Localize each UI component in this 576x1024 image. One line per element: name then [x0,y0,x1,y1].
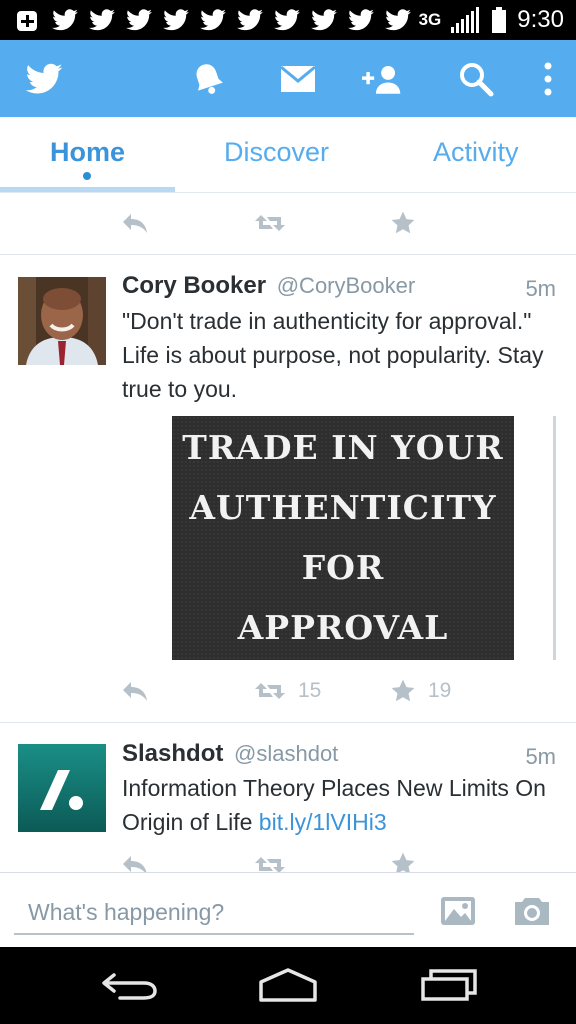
tweet-link[interactable]: bit.ly/1lVIHi3 [259,809,387,835]
favorite-count: 19 [428,679,452,702]
recents-button[interactable] [414,965,484,1005]
media-text-line: TRADE IN YOUR [182,428,504,467]
tweet-text: "Don't trade in authenticity for approva… [122,308,544,402]
twitter-bird-icon [274,9,300,31]
avatar[interactable] [18,744,106,832]
add-box-icon [17,11,37,31]
twitter-logo-icon [25,63,63,94]
search-icon [460,63,494,97]
overflow-menu-button[interactable] [528,60,568,98]
twitter-bird-icon [385,9,411,31]
twitter-bird-icon [348,9,374,31]
reply-button[interactable] [121,680,149,702]
favorite-button[interactable]: 19 [390,678,451,704]
twitter-bird-icon [311,9,337,31]
tweet-author-name[interactable]: Slashdot [122,740,223,767]
twitter-bird-icon [200,9,226,31]
tweet-author-name[interactable]: Cory Booker [122,272,266,299]
image-icon [441,897,475,925]
twitter-bird-icon [89,9,115,31]
media-scrollbar [553,416,556,660]
twitter-bird-icon [163,9,189,31]
reply-icon [123,214,147,233]
tab-activity[interactable]: Activity [433,137,519,168]
home-button[interactable] [253,965,323,1005]
active-tab-indicator [0,187,175,192]
compose-input[interactable] [14,891,414,935]
twitter-bird-icon [126,9,152,31]
overflow-menu-icon [544,62,552,96]
reply-icon [123,682,147,701]
add-user-button[interactable] [362,60,402,98]
action-bar [0,40,576,117]
star-icon [391,211,415,234]
clock: 9:30 [517,6,564,33]
add-user-icon [362,65,401,94]
camera-icon [515,898,549,925]
retweet-button[interactable] [254,212,286,234]
tweet-timestamp: 5m [525,276,556,301]
twitter-bird-icon [237,9,263,31]
reply-button[interactable] [121,212,149,234]
battery-icon [492,7,507,33]
camera-button[interactable] [512,891,552,931]
divider [0,254,576,255]
notification-icons [14,6,412,34]
network-type: 3G [418,10,442,29]
media-text-line: FOR [301,548,385,587]
notifications-button[interactable] [188,60,228,98]
tweet-media-image[interactable]: TRADE IN YOUR AUTHENTICITY FOR APPROVAL [172,416,514,660]
add-photo-button[interactable] [438,891,478,931]
tab-home[interactable]: Home [50,137,125,168]
twitter-logo-button[interactable] [24,60,64,98]
signal-icon [451,7,480,33]
retweet-icon [255,215,285,231]
retweet-icon [255,683,285,699]
envelope-icon [280,65,316,92]
divider [0,722,576,723]
star-icon [391,679,415,702]
status-bar: 3G 9:30 [0,0,576,40]
favorite-button[interactable] [390,210,416,236]
retweet-button[interactable]: 15 [254,679,321,703]
tab-discover[interactable]: Discover [224,137,329,168]
search-button[interactable] [456,60,496,98]
avatar[interactable] [18,277,106,365]
back-button[interactable] [94,965,164,1005]
tweet-author-handle[interactable]: @slashdot [234,741,338,766]
back-icon [102,973,157,1000]
home-icon [259,968,317,1002]
media-text-line: AUTHENTICITY [189,488,497,527]
new-content-dot [83,172,91,180]
compose-bar [0,872,576,947]
tab-bar: Home Discover Activity [0,117,576,193]
system-nav-bar [0,947,576,1024]
bell-icon [196,64,223,94]
tweet-timestamp: 5m [525,744,556,769]
twitter-bird-icon [52,9,78,31]
recents-icon [421,969,477,1001]
retweet-count: 15 [298,679,322,702]
media-text-line: APPROVAL [237,608,449,647]
tweet-author-handle[interactable]: @CoryBooker [277,273,416,298]
messages-button[interactable] [278,60,318,98]
